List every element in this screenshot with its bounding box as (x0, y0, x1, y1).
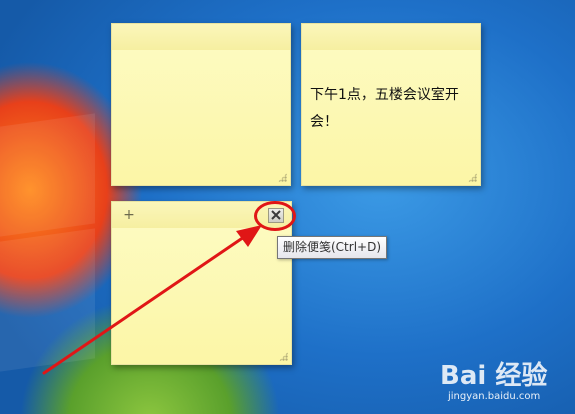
watermark-logo: Bai 经验 (440, 361, 548, 391)
watermark-url: jingyan.baidu.com (448, 391, 541, 402)
baidu-watermark: Bai 经验 jingyan.baidu.com (440, 350, 570, 410)
